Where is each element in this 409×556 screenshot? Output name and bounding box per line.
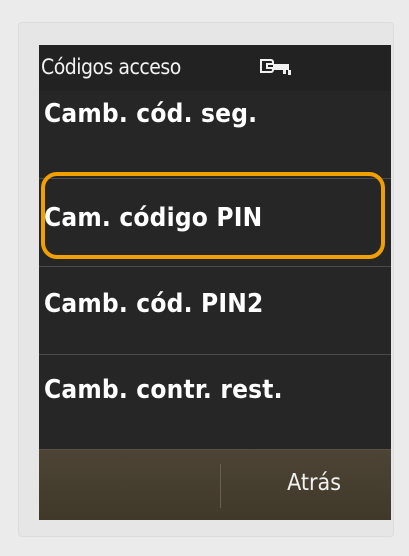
menu-list: Camb. cód. seg. Cam. código PIN Camb. có… bbox=[39, 91, 391, 443]
softkey-divider bbox=[220, 464, 221, 508]
menu-item-change-security-code[interactable]: Camb. cód. seg. bbox=[39, 91, 391, 179]
menu-item-change-pin2-code[interactable]: Camb. cód. PIN2 bbox=[39, 267, 391, 355]
menu-item-label: Camb. cód. seg. bbox=[44, 99, 258, 129]
left-softkey[interactable] bbox=[39, 450, 220, 520]
status-bar: Códigos acceso bbox=[39, 45, 391, 91]
menu-item-change-pin-code[interactable]: Cam. código PIN bbox=[39, 179, 391, 267]
menu-item-label: Camb. cód. PIN2 bbox=[44, 289, 264, 319]
phone-screen: Códigos acceso Camb. cód. seg. Cam. códi… bbox=[39, 45, 391, 520]
screen-title: Códigos acceso bbox=[41, 55, 181, 79]
back-softkey[interactable]: Atrás bbox=[287, 470, 341, 496]
key-icon bbox=[260, 59, 291, 75]
menu-item-label: Camb. contr. rest. bbox=[44, 375, 283, 405]
menu-item-change-barring-password[interactable]: Camb. contr. rest. bbox=[39, 355, 391, 443]
softkey-bar: Atrás bbox=[39, 449, 391, 520]
menu-item-label: Cam. código PIN bbox=[44, 203, 263, 233]
